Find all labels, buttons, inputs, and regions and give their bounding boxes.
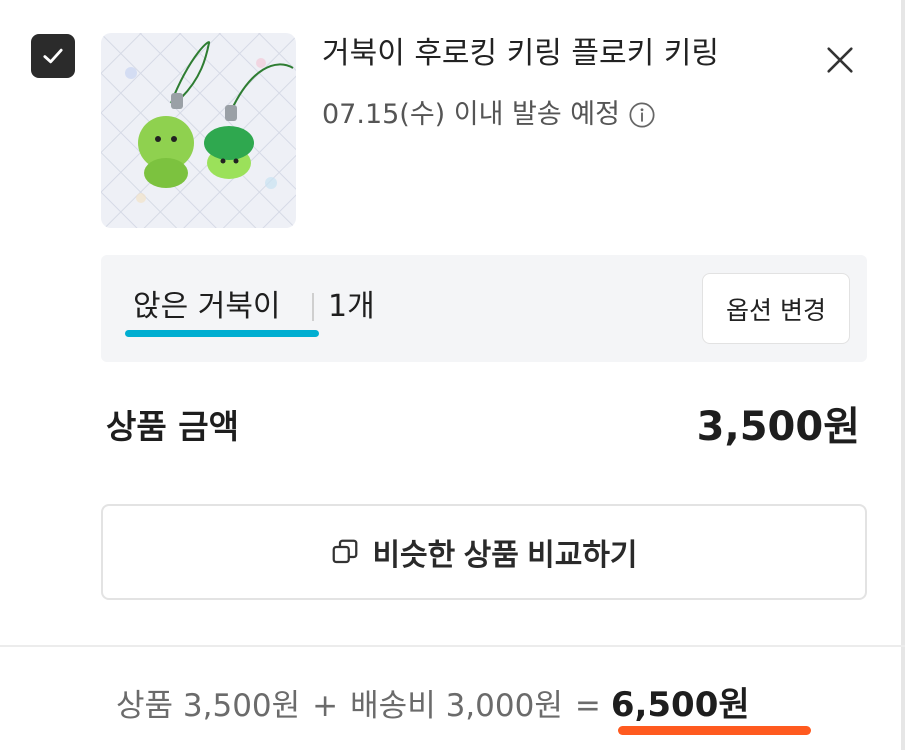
product-price-value: 3,500원 [696, 404, 860, 450]
shipping-estimate: 07.15(수) 이내 발송 예정 [322, 96, 656, 134]
section-divider [0, 645, 905, 647]
info-icon[interactable] [628, 101, 656, 129]
compare-similar-button[interactable]: 비슷한 상품 비교하기 [101, 504, 867, 600]
option-separator [312, 293, 314, 321]
scroll-edge [901, 0, 905, 750]
total-highlight-underline [618, 726, 811, 735]
option-summary: 앉은 거북이 1개 옵션 변경 [101, 255, 867, 362]
product-title[interactable]: 거북이 후로킹 키링 플로키 키링 [322, 34, 719, 74]
item-checkbox[interactable] [31, 34, 75, 78]
shipping-estimate-text: 07.15(수) 이내 발송 예정 [322, 99, 620, 130]
option-highlight-underline [125, 330, 319, 337]
compare-similar-label: 비슷한 상품 비교하기 [372, 539, 638, 572]
product-price-label: 상품 금액 [106, 407, 239, 446]
summary-plus: + [312, 688, 339, 724]
summary-total: 6,500원 [610, 685, 750, 725]
check-icon [43, 48, 63, 64]
order-summary: 상품 3,500원 + 배송비 3,000원 = 6,500원 [116, 683, 750, 728]
change-option-button[interactable]: 옵션 변경 [702, 273, 850, 344]
option-quantity: 1개 [328, 289, 375, 324]
summary-product: 상품 3,500원 [116, 688, 301, 724]
summary-shipping: 배송비 3,000원 [350, 688, 563, 724]
option-name: 앉은 거북이 [133, 289, 281, 324]
close-icon [827, 47, 853, 73]
remove-item-button[interactable] [818, 38, 862, 82]
turtle-keyring-image [101, 33, 296, 228]
product-thumbnail[interactable] [101, 33, 296, 228]
copy-icon [333, 539, 358, 564]
summary-equals: = [574, 688, 601, 724]
